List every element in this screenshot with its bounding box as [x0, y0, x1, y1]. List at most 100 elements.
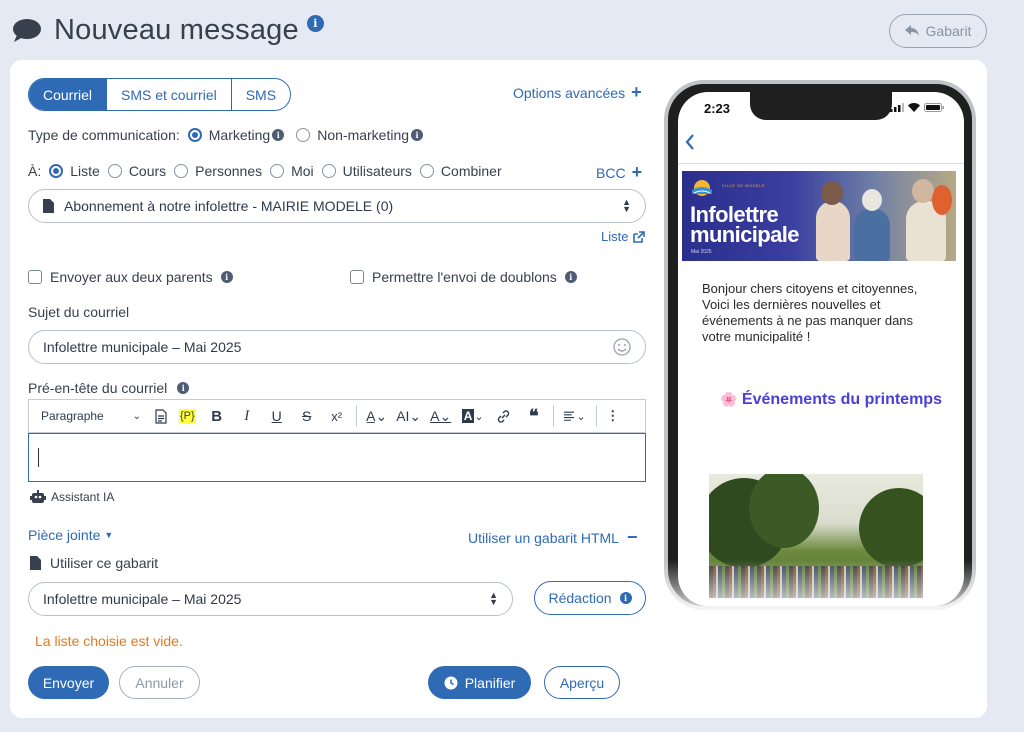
- tab-courriel[interactable]: Courriel: [29, 79, 108, 110]
- redaction-button[interactable]: Rédaction i: [534, 581, 646, 615]
- align-chevron-icon: ⌄: [576, 410, 586, 423]
- phone-notch: [750, 92, 892, 120]
- advanced-options-link[interactable]: Options avancées +: [513, 82, 642, 103]
- radio-moi[interactable]: [270, 164, 285, 178]
- plus-icon: +: [631, 82, 642, 102]
- paragraph-dropdown[interactable]: Paragraphe ⌄: [29, 400, 149, 432]
- photo-tree: [749, 474, 819, 548]
- source-button[interactable]: [149, 400, 173, 432]
- list-link-label: Liste: [601, 229, 629, 244]
- toolbar-divider-2: [552, 405, 554, 427]
- highlight-chevron-icon: ⌄: [474, 410, 484, 423]
- duplicates-checkbox[interactable]: [350, 270, 364, 284]
- font-size-icon: AI⌄: [396, 407, 422, 424]
- newsletter-banner: VILLE DE MODÈLE Infolettre municipale Ma…: [682, 171, 956, 261]
- duplicates-info-icon[interactable]: i: [564, 271, 577, 283]
- duplicates-row: Permettre l'envoi de doublons i: [350, 269, 577, 285]
- recipients-label: À:: [28, 163, 42, 179]
- editor-toolbar: Paragraphe ⌄ {P} B I U S x² A̲⌄ AI⌄ A⌄ A…: [28, 399, 646, 433]
- radio-non-marketing[interactable]: [296, 128, 311, 142]
- photo-tree: [859, 488, 923, 568]
- both-parents-info-icon[interactable]: i: [220, 271, 233, 283]
- radio-marketing[interactable]: [187, 128, 202, 142]
- underline-button[interactable]: U: [262, 400, 292, 432]
- align-button[interactable]: ⌄: [558, 400, 592, 432]
- text-color-icon: A⌄: [430, 407, 452, 424]
- document-icon-2: [30, 556, 41, 570]
- cancel-button[interactable]: Annuler: [119, 666, 200, 699]
- font-family-icon: A̲⌄: [366, 407, 388, 424]
- preheader-info-icon[interactable]: i: [177, 382, 190, 394]
- strikethrough-button[interactable]: S: [292, 400, 322, 432]
- liste-label: Liste: [70, 163, 100, 179]
- banner-small-text: VILLE DE MODÈLE: [722, 183, 766, 188]
- error-message: La liste choisie est vide.: [35, 633, 183, 649]
- banner-photo: [808, 171, 956, 261]
- caret-down-icon: ▼: [104, 530, 114, 540]
- link-button[interactable]: [489, 400, 519, 432]
- title-info-icon[interactable]: i: [306, 14, 324, 32]
- emoji-icon[interactable]: [613, 338, 631, 356]
- marketing-info-icon[interactable]: i: [272, 129, 285, 141]
- back-chevron-icon[interactable]: [685, 134, 695, 150]
- italic-button[interactable]: I: [232, 400, 262, 432]
- non-marketing-info-icon[interactable]: i: [411, 129, 424, 141]
- font-family-button[interactable]: A̲⌄: [361, 400, 393, 432]
- phone-preview: 2:23 VILLE DE MODÈLE Infolettre municipa…: [664, 80, 976, 610]
- font-size-button[interactable]: AI⌄: [393, 400, 425, 432]
- template-caret-icon: ▲ ▼: [489, 590, 498, 607]
- vertical-dots-icon: ⋮: [606, 408, 620, 423]
- attachment-toggle[interactable]: Pièce jointe ▼: [28, 527, 113, 543]
- clock-icon: [444, 676, 458, 689]
- radio-combiner[interactable]: [419, 164, 434, 178]
- html-template-link[interactable]: Utiliser un gabarit HTML −: [468, 527, 637, 548]
- document-icon: [43, 199, 54, 213]
- redaction-label: Rédaction: [548, 590, 612, 606]
- attachment-label: Pièce jointe: [28, 527, 101, 543]
- preheader-editor[interactable]: [28, 433, 646, 482]
- bcc-link[interactable]: BCC +: [596, 162, 642, 183]
- photo-person: [816, 201, 850, 261]
- preview-button[interactable]: Aperçu: [544, 666, 620, 699]
- subject-input[interactable]: Infolettre municipale – Mai 2025: [28, 330, 646, 364]
- preview-intro-text: Bonjour chers citoyens et citoyennes, Vo…: [702, 281, 918, 344]
- more-options-button[interactable]: ⋮: [601, 400, 625, 432]
- photo-person: [932, 185, 952, 215]
- communication-type-row: Type de communication: Marketing i Non-m…: [28, 126, 424, 144]
- radio-cours[interactable]: [107, 164, 122, 178]
- text-color-button[interactable]: A⌄: [425, 400, 457, 432]
- radio-utilisateurs[interactable]: [321, 164, 336, 178]
- superscript-button[interactable]: x²: [322, 400, 352, 432]
- template-select[interactable]: Infolettre municipale – Mai 2025 ▲ ▼: [28, 582, 513, 616]
- combiner-label: Combiner: [440, 163, 502, 179]
- gabarit-button[interactable]: Gabarit: [889, 14, 987, 48]
- flower-icon: 🌸: [720, 391, 738, 407]
- both-parents-row: Envoyer aux deux parents i: [28, 269, 233, 285]
- both-parents-checkbox[interactable]: [28, 270, 42, 284]
- wifi-icon: [908, 103, 920, 112]
- radio-liste[interactable]: [49, 164, 64, 178]
- marketing-label: Marketing: [208, 127, 271, 143]
- tab-sms[interactable]: SMS: [232, 79, 290, 110]
- send-button[interactable]: Envoyer: [28, 666, 109, 699]
- link-icon: [498, 409, 510, 423]
- background-color-button[interactable]: A ⌄: [457, 400, 489, 432]
- radio-personnes[interactable]: [174, 164, 189, 178]
- placeholder-button[interactable]: {P}: [173, 400, 202, 432]
- ai-assistant-button[interactable]: Assistant IA: [30, 490, 114, 504]
- list-link[interactable]: Liste: [601, 229, 646, 244]
- communication-type-label: Type de communication:: [28, 127, 180, 143]
- nav-divider: [678, 163, 964, 164]
- use-template-row: Utiliser ce gabarit: [30, 555, 158, 571]
- quote-button[interactable]: ❝: [519, 400, 549, 432]
- schedule-button[interactable]: Planifier: [428, 666, 531, 699]
- photo-person: [854, 209, 890, 261]
- chevron-down-icon: ⌄: [132, 410, 141, 422]
- list-select[interactable]: Abonnement à notre infolettre - MAIRIE M…: [28, 189, 646, 223]
- advanced-options-label: Options avancées: [513, 84, 626, 101]
- status-time: 2:23: [704, 101, 731, 116]
- photo-person: [821, 181, 843, 205]
- bold-button[interactable]: B: [202, 400, 232, 432]
- tab-sms-et-courriel[interactable]: SMS et courriel: [107, 79, 232, 110]
- utilisateurs-label: Utilisateurs: [342, 163, 412, 179]
